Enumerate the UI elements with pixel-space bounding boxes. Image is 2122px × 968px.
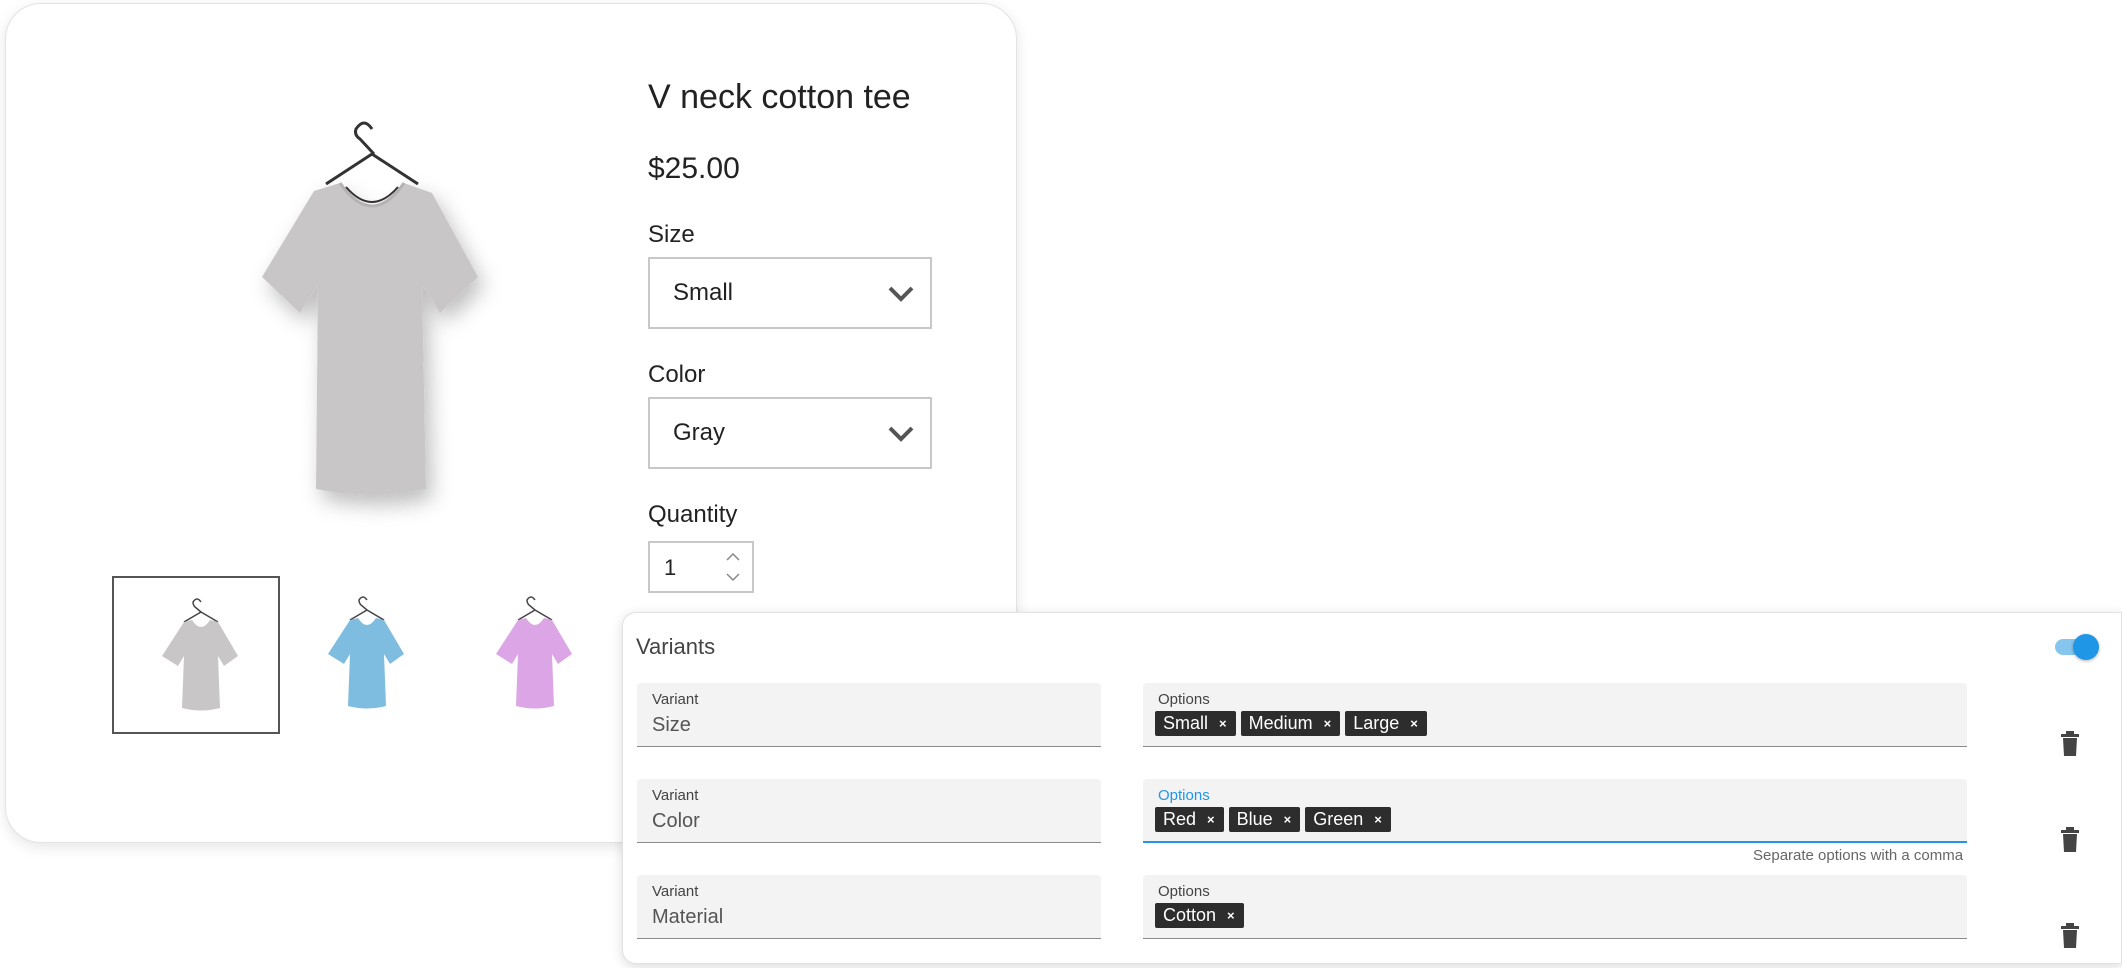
variant-field-value: Size bbox=[652, 714, 691, 736]
tshirt-blue-icon bbox=[328, 596, 404, 709]
options-field-material[interactable]: Options Cotton × bbox=[1143, 875, 1967, 939]
options-field-size[interactable]: Options Small × Medium × Large × bbox=[1143, 683, 1967, 747]
options-field-color[interactable]: Options Red × Blue × Green × bbox=[1143, 779, 1967, 843]
tshirt-gray-icon bbox=[162, 598, 238, 711]
option-chip: Blue × bbox=[1228, 807, 1301, 832]
variant-field-label: Variant bbox=[652, 883, 699, 900]
remove-chip-icon[interactable]: × bbox=[1227, 909, 1235, 922]
remove-chip-icon[interactable]: × bbox=[1374, 813, 1382, 826]
color-label: Color bbox=[648, 361, 706, 388]
variant-field-label: Variant bbox=[652, 787, 699, 804]
thumbnail-pink[interactable] bbox=[448, 576, 616, 734]
thumbnail-blue[interactable] bbox=[280, 576, 448, 734]
remove-chip-icon[interactable]: × bbox=[1410, 717, 1418, 730]
trash-icon[interactable] bbox=[2059, 923, 2081, 949]
product-price: $25.00 bbox=[648, 152, 740, 185]
remove-chip-icon[interactable]: × bbox=[1284, 813, 1292, 826]
chevron-down-icon[interactable] bbox=[726, 573, 740, 582]
remove-chip-icon[interactable]: × bbox=[1324, 717, 1332, 730]
variant-field-size[interactable]: Variant Size bbox=[637, 683, 1101, 747]
option-chip: Cotton × bbox=[1155, 903, 1244, 928]
variant-field-material[interactable]: Variant Material bbox=[637, 875, 1101, 939]
quantity-stepper[interactable]: 1 bbox=[648, 541, 754, 593]
option-chip: Red × bbox=[1155, 807, 1224, 832]
toggle-knob bbox=[2073, 634, 2099, 660]
chevron-down-icon bbox=[888, 426, 914, 442]
size-label: Size bbox=[648, 221, 695, 248]
remove-chip-icon[interactable]: × bbox=[1219, 717, 1227, 730]
option-chip: Small × bbox=[1155, 711, 1236, 736]
trash-icon[interactable] bbox=[2059, 827, 2081, 853]
trash-icon[interactable] bbox=[2059, 731, 2081, 757]
quantity-value: 1 bbox=[664, 555, 677, 580]
variant-field-value: Material bbox=[652, 906, 724, 928]
color-select-value: Gray bbox=[673, 419, 726, 446]
tshirt-pink-icon bbox=[496, 596, 572, 709]
chevron-down-icon bbox=[888, 286, 914, 302]
product-title: V neck cotton tee bbox=[648, 78, 911, 116]
chevron-up-icon[interactable] bbox=[726, 552, 740, 561]
variant-field-label: Variant bbox=[652, 691, 699, 708]
variants-panel: Variants Variant Size Options Small × Med… bbox=[622, 612, 2122, 964]
size-select[interactable]: Small bbox=[648, 257, 932, 329]
thumbnail-gray[interactable] bbox=[112, 576, 280, 734]
options-hint: Separate options with a comma bbox=[1753, 847, 1964, 864]
options-field-label: Options bbox=[1158, 787, 1210, 804]
size-select-value: Small bbox=[673, 279, 734, 306]
quantity-label: Quantity bbox=[648, 501, 738, 528]
option-chip: Large × bbox=[1345, 711, 1427, 736]
options-field-label: Options bbox=[1158, 691, 1210, 708]
product-image bbox=[196, 109, 536, 529]
variants-toggle[interactable] bbox=[2053, 633, 2101, 661]
variant-field-value: Color bbox=[652, 810, 700, 832]
remove-chip-icon[interactable]: × bbox=[1207, 813, 1215, 826]
options-field-label: Options bbox=[1158, 883, 1210, 900]
option-chip: Medium × bbox=[1240, 711, 1341, 736]
color-select[interactable]: Gray bbox=[648, 397, 932, 469]
variants-title: Variants bbox=[636, 634, 716, 659]
option-chip: Green × bbox=[1305, 807, 1391, 832]
variant-field-color[interactable]: Variant Color bbox=[637, 779, 1101, 843]
